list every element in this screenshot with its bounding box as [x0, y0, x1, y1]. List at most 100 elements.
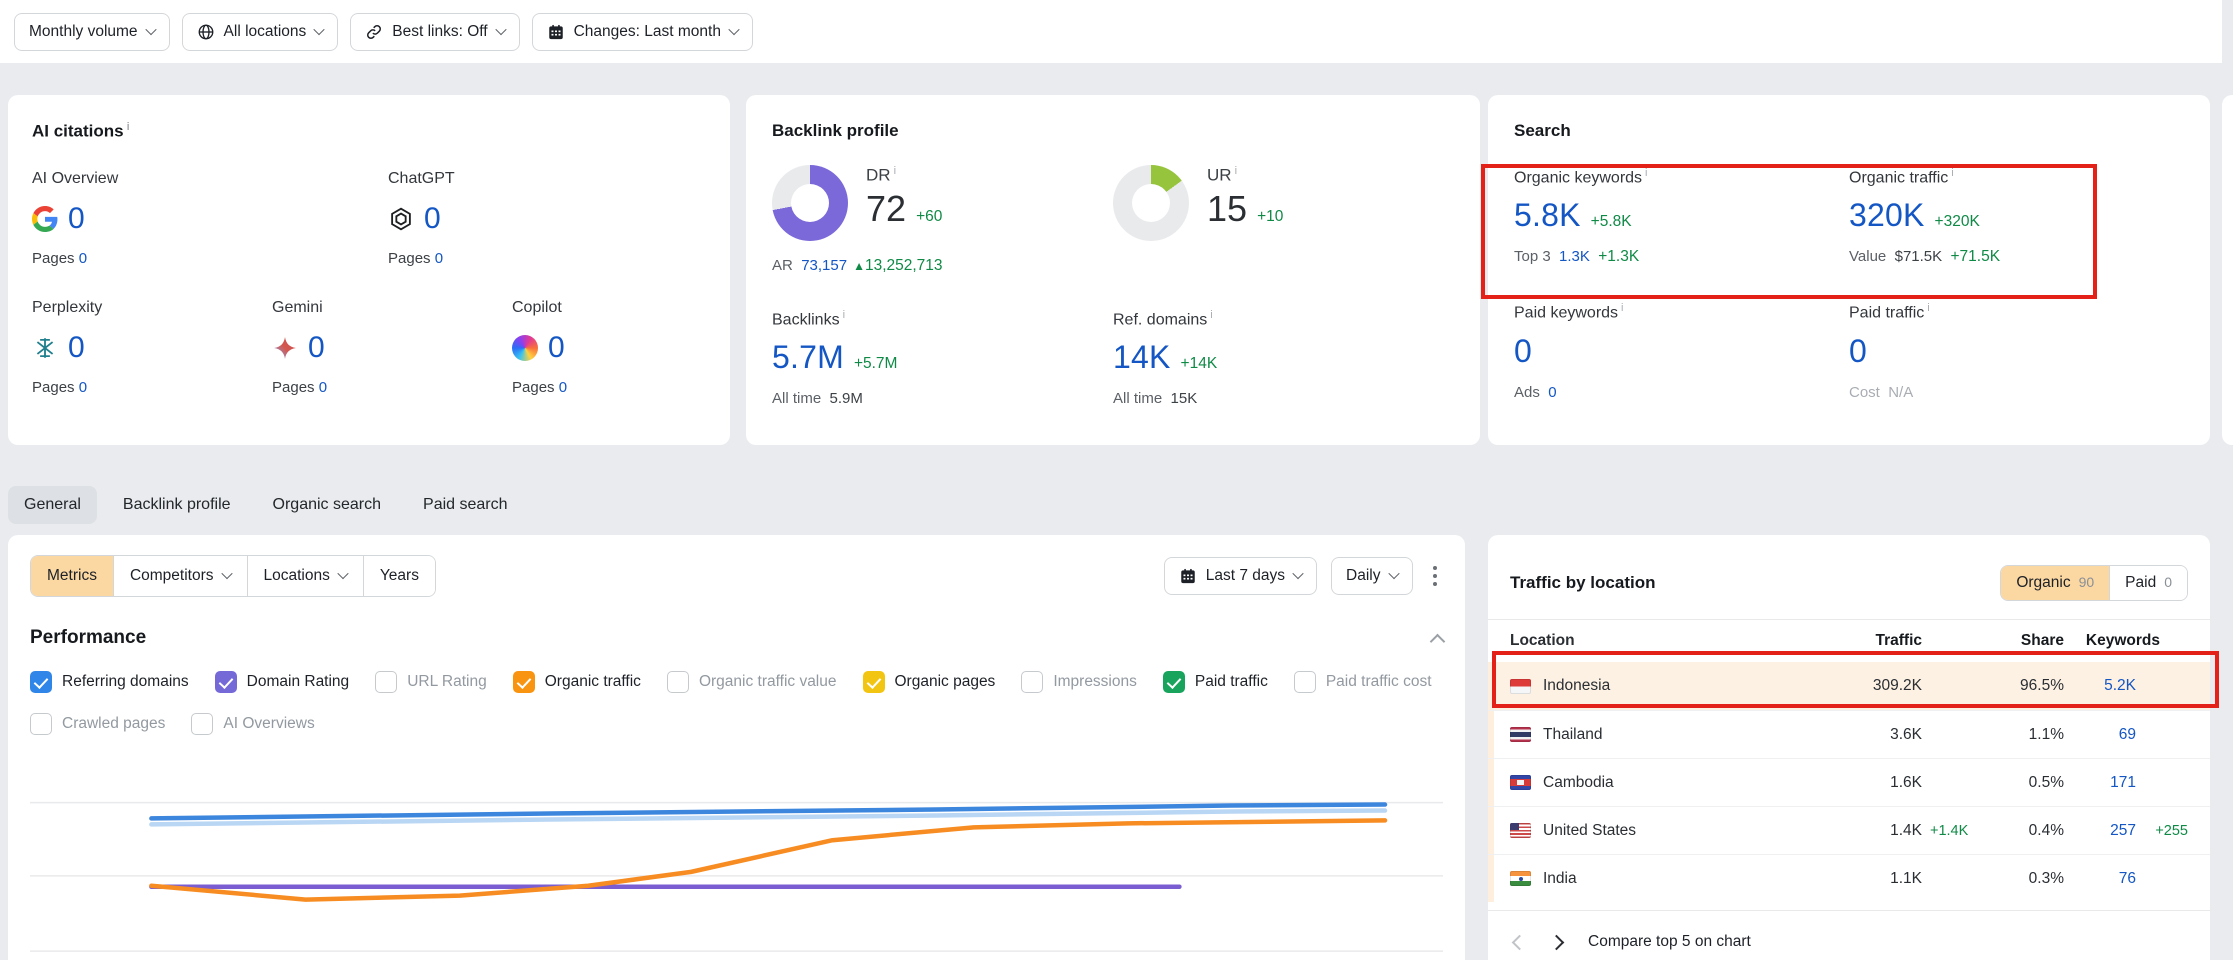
tab-general[interactable]: General: [8, 486, 97, 524]
keywords-delta: +255: [2136, 823, 2188, 839]
metric-checkbox-paid-traffic[interactable]: Paid traffic: [1163, 671, 1268, 693]
segment-competitors[interactable]: Competitors: [113, 556, 247, 596]
paid-traffic-label: Paid traffici: [1849, 302, 2184, 322]
table-row-thailand[interactable]: Thailand 3.6K 1.1% 69: [1488, 710, 2210, 758]
tab-organic-search[interactable]: Organic search: [257, 486, 398, 524]
metric-checkbox-url-rating[interactable]: URL Rating: [375, 671, 487, 693]
tab-backlink-profile[interactable]: Backlink profile: [107, 486, 247, 524]
info-icon[interactable]: i: [843, 309, 845, 321]
ref-domains-value-link[interactable]: 14K: [1113, 339, 1171, 376]
compare-top5-link[interactable]: Compare top 5 on chart: [1588, 933, 1751, 951]
pages-value-link[interactable]: 0: [435, 250, 443, 267]
more-options-kebab-icon[interactable]: [1427, 558, 1444, 595]
gemini-value[interactable]: 0: [308, 331, 325, 365]
metric-checkbox-paid-traffic-cost[interactable]: Paid traffic cost: [1294, 671, 1432, 693]
metric-checkbox-referring-domains[interactable]: Referring domains: [30, 671, 189, 693]
checkbox-icon: [30, 671, 52, 693]
ref-domains-label: Ref. domainsi: [1113, 309, 1454, 329]
copilot-icon: [512, 335, 538, 361]
checkbox-icon: [191, 713, 213, 735]
info-icon[interactable]: i: [1210, 309, 1212, 321]
ai-overview-block: AI Overview 0 Pages 0: [32, 170, 388, 267]
chevron-down-icon: [495, 23, 506, 34]
all-locations-dropdown[interactable]: All locations: [182, 13, 339, 51]
perplexity-icon: [32, 335, 58, 361]
granularity-dropdown[interactable]: Daily: [1331, 557, 1412, 595]
organic-keywords-delta: +5.8K: [1591, 213, 1632, 231]
copilot-value[interactable]: 0: [548, 331, 565, 365]
info-icon[interactable]: i: [894, 165, 896, 177]
segment-metrics[interactable]: Metrics: [31, 556, 113, 596]
changes-dropdown[interactable]: Changes: Last month: [532, 13, 753, 51]
info-icon[interactable]: i: [1927, 302, 1929, 314]
organic-count: 90: [2079, 574, 2095, 590]
country-name: Indonesia: [1543, 677, 1610, 695]
table-header-row: Location Traffic Share Keywords: [1488, 620, 2210, 662]
perplexity-value[interactable]: 0: [68, 331, 85, 365]
date-range-label: Last 7 days: [1206, 567, 1285, 585]
tab-paid-search[interactable]: Paid search: [407, 486, 524, 524]
metric-checkbox-crawled-pages[interactable]: Crawled pages: [30, 713, 165, 735]
monthly-volume-dropdown[interactable]: Monthly volume: [14, 13, 170, 51]
metric-checkbox-domain-rating[interactable]: Domain Rating: [215, 671, 350, 693]
ads-value-link[interactable]: 0: [1548, 384, 1556, 401]
ai-overview-value[interactable]: 0: [68, 202, 85, 236]
ar-value-link[interactable]: 73,157: [801, 257, 847, 274]
pages-label: Pages: [32, 379, 75, 396]
best-links-dropdown[interactable]: Best links: Off: [350, 13, 519, 51]
chevron-down-icon: [728, 23, 739, 34]
locations-table: Location Traffic Share Keywords Indonesi…: [1488, 620, 2210, 902]
chatgpt-value[interactable]: 0: [424, 202, 441, 236]
table-row-indonesia[interactable]: Indonesia 309.2K 96.5% 5.2K: [1488, 662, 2210, 710]
info-icon[interactable]: i: [1235, 165, 1237, 177]
previous-page-chevron-icon[interactable]: [1512, 934, 1528, 950]
pages-value-link[interactable]: 0: [79, 250, 87, 267]
date-range-dropdown[interactable]: Last 7 days: [1164, 557, 1317, 595]
paid-traffic-value-link[interactable]: 0: [1849, 333, 1867, 370]
metric-checkbox-ai-overviews[interactable]: AI Overviews: [191, 713, 314, 735]
checkbox-icon: [1021, 671, 1043, 693]
dr-label: DRi: [866, 165, 942, 186]
pages-value-link[interactable]: 0: [559, 379, 567, 396]
ref-domains-alltime: All time 15K: [1113, 390, 1454, 407]
keywords-link[interactable]: 171: [2064, 774, 2136, 792]
top3-value-link[interactable]: 1.3K: [1559, 248, 1590, 265]
keywords-link[interactable]: 5.2K: [2064, 677, 2136, 695]
info-icon[interactable]: i: [1951, 167, 1953, 179]
paid-keywords-value-link[interactable]: 0: [1514, 333, 1532, 370]
toggle-organic[interactable]: Organic90: [2001, 566, 2109, 600]
url-rating-block: URi 15 +10: [1113, 165, 1454, 275]
organic-keywords-subline: Top 3 1.3K +1.3K: [1514, 248, 1849, 266]
table-row-cambodia[interactable]: Cambodia 1.6K 0.5% 171: [1488, 758, 2210, 806]
keywords-link[interactable]: 69: [2064, 726, 2136, 744]
backlinks-value-link[interactable]: 5.7M: [772, 339, 844, 376]
pages-value-link[interactable]: 0: [319, 379, 327, 396]
info-icon[interactable]: i: [1645, 167, 1647, 179]
organic-keywords-value-link[interactable]: 5.8K: [1514, 197, 1581, 234]
table-row-united-states[interactable]: United States 1.4K +1.4K 0.4% 257 +255: [1488, 806, 2210, 854]
metric-checkbox-organic-traffic[interactable]: Organic traffic: [513, 671, 641, 693]
openai-icon: [388, 206, 414, 232]
share-value: 1.1%: [1980, 726, 2064, 744]
checkbox-icon: [1294, 671, 1316, 693]
backlinks-label: Backlinksi: [772, 309, 1113, 329]
pages-value-link[interactable]: 0: [79, 379, 87, 396]
info-icon[interactable]: i: [1621, 302, 1623, 314]
metric-checkbox-organic-traffic-value[interactable]: Organic traffic value: [667, 671, 837, 693]
info-icon[interactable]: i: [127, 121, 130, 133]
toggle-paid[interactable]: Paid0: [2109, 566, 2187, 600]
metric-checkbox-organic-pages[interactable]: Organic pages: [863, 671, 996, 693]
top-toolbar: Monthly volume All locations Best links:…: [0, 0, 2222, 63]
next-page-chevron-icon[interactable]: [1549, 934, 1565, 950]
table-row-india[interactable]: India 1.1K 0.3% 76: [1488, 854, 2210, 902]
traffic-value: 1.4K: [1810, 822, 1922, 840]
segment-locations[interactable]: Locations: [247, 556, 363, 596]
ai-citations-card: AI citationsi AI Overview 0 Pages 0 Chat…: [8, 95, 730, 445]
metric-checkbox-impressions[interactable]: Impressions: [1021, 671, 1137, 693]
organic-traffic-value-link[interactable]: 320K: [1849, 197, 1925, 234]
keywords-link[interactable]: 76: [2064, 870, 2136, 888]
chevron-down-icon: [221, 567, 232, 578]
collapse-chevron-up-icon[interactable]: [1430, 633, 1446, 649]
keywords-link[interactable]: 257: [2064, 822, 2136, 840]
segment-years[interactable]: Years: [363, 556, 435, 596]
